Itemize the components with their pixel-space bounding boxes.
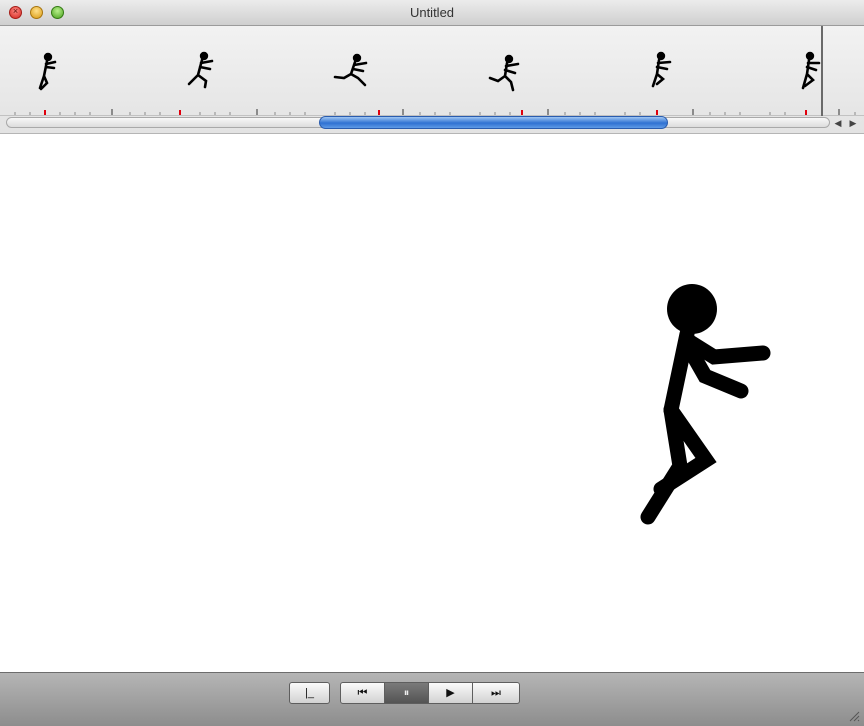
play-icon: ▶ xyxy=(446,687,455,699)
title-bar[interactable]: × Untitled xyxy=(0,0,864,26)
next-button[interactable]: ⏭ xyxy=(472,682,520,704)
playhead[interactable] xyxy=(821,26,823,116)
timeline-strip[interactable]: ◀ ▶ xyxy=(0,26,864,134)
frame-thumbnail-5[interactable] xyxy=(651,51,672,88)
playback-toolbar: |_ ⏮ ⏸ ▶ ⏭ xyxy=(0,672,864,726)
frame-thumbnail-1[interactable] xyxy=(38,52,57,91)
scroll-left-icon[interactable]: ◀ xyxy=(831,116,845,130)
frame-thumbnail-2[interactable] xyxy=(187,51,214,89)
previous-icon: ⏮ xyxy=(357,687,368,699)
first-frame-button[interactable]: |_ xyxy=(289,682,330,704)
first-frame-icon: |_ xyxy=(305,687,314,699)
pause-button[interactable]: ⏸ xyxy=(384,682,429,704)
window-title: Untitled xyxy=(409,5,455,20)
app-window: × Untitled ◀ ▶ |_ ⏮ ⏸ ▶ ⏭ xyxy=(0,0,864,726)
stick-figure[interactable] xyxy=(0,134,864,672)
playback-controls: ⏮ ⏸ ▶ ⏭ xyxy=(340,682,520,704)
next-icon: ⏭ xyxy=(491,687,501,699)
scroll-thumb[interactable] xyxy=(319,116,668,129)
play-button[interactable]: ▶ xyxy=(428,682,473,704)
resize-grip-icon[interactable] xyxy=(848,710,860,722)
timeline-scrollbar[interactable]: ◀ ▶ xyxy=(0,114,864,134)
pause-icon: ⏸ xyxy=(403,687,410,699)
scroll-right-icon[interactable]: ▶ xyxy=(846,116,860,130)
frame-thumbnail-4[interactable] xyxy=(488,54,520,92)
stick-figure-head[interactable] xyxy=(667,284,717,334)
frame-thumbnails[interactable] xyxy=(0,26,864,116)
stick-figure-leg-back xyxy=(640,402,688,525)
frame-thumbnail-3[interactable] xyxy=(333,53,368,87)
frame-thumbnail-6[interactable] xyxy=(801,51,821,90)
animation-canvas[interactable] xyxy=(0,134,864,672)
previous-button[interactable]: ⏮ xyxy=(340,682,385,704)
